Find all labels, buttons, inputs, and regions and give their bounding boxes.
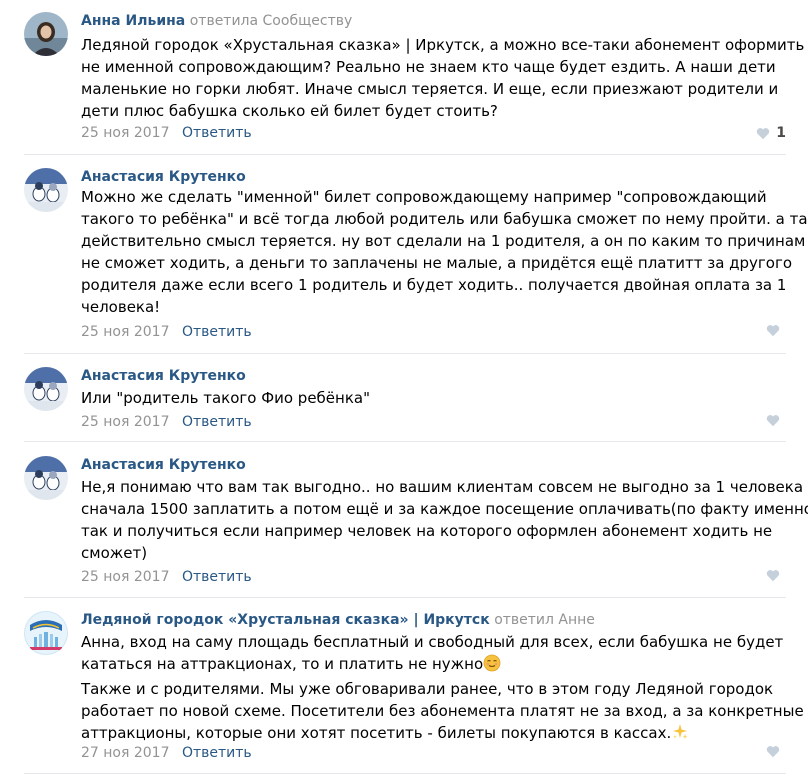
comment-text-line-with-emoji: кататься на аттракционах, то и платить н… [81,653,804,678]
comment-meta: 25 ноя 2017 Ответить [81,568,252,586]
author-name[interactable]: Анастасия Крутенко [81,169,246,185]
comment-text-line: работает по новой схеме. Посетители без … [81,702,804,720]
reply-button[interactable]: Ответить [182,569,252,585]
divider [24,441,786,442]
author-name[interactable]: Анастасия Крутенко [81,368,246,384]
avatar[interactable] [24,168,68,212]
heart-icon [757,127,770,139]
comment-text: Можно же сделать "именной" билет сопрово… [81,186,808,318]
comment-header: Анна Ильина ответила Сообществу [81,12,352,30]
author-name[interactable]: Анна Ильина [81,13,185,29]
comment-meta: 25 ноя 2017 Ответить [81,323,252,341]
comment-item: Анна Ильина ответила Сообществу Ледяной … [24,12,804,144]
comment-text-line: Можно же сделать "именной" билет сопрово… [81,188,767,206]
comment-text-line: Ледяной городок «Хрустальная сказка» | И… [81,36,805,54]
author-name[interactable]: Анастасия Крутенко [81,457,246,473]
comment-text-line: Или "родитель такого Фио ребёнка" [81,389,370,407]
community-logo-icon [24,611,68,655]
reply-button[interactable]: Ответить [182,414,252,430]
avatar[interactable] [24,12,68,56]
comment-text-line: Не,я понимаю что вам так выгодно.. но ва… [81,478,804,496]
comment-text-line: не именной сопровождающим? Реально не зн… [81,58,776,76]
comment-text-line: действительно смысл теряется. ну вот сде… [81,232,806,250]
like-button[interactable] [766,745,786,758]
comment-text-line: маленькие но горки любят. Иначе смысл те… [81,80,779,98]
comment-item: Анастасия Крутенко Можно же сделать "име… [24,168,808,346]
like-button[interactable] [766,324,786,337]
comment-item: Ледяной городок «Хрустальная сказка» | И… [24,611,804,763]
comments-feed: Анна Ильина ответила Сообществу Ледяной … [0,0,808,776]
user-photo-icon [24,367,68,411]
comment-date[interactable]: 25 ноя 2017 [81,324,169,340]
like-button[interactable] [766,414,786,427]
comment-date[interactable]: 25 ноя 2017 [81,569,169,585]
divider [24,773,786,774]
comment-text: Ледяной городок «Хрустальная сказка» | И… [81,34,804,122]
comment-text-line: Анна, вход на саму площадь бесплатный и … [81,633,784,651]
comment-date[interactable]: 25 ноя 2017 [81,125,169,141]
avatar[interactable] [24,456,68,500]
heart-icon [766,570,780,582]
comment-header: Анастасия Крутенко [81,168,246,186]
comment-meta: 27 ноя 2017 Ответить [81,744,252,762]
comment-text: Или "родитель такого Фио ребёнка" [81,387,370,409]
comment-text-line: так и получиться если например человек н… [81,522,773,540]
heart-icon [766,325,780,337]
avatar[interactable] [24,611,68,655]
comment-text-line: сможет) [81,544,148,562]
comment-header: Анастасия Крутенко [81,367,246,385]
user-photo-icon [24,12,68,56]
comment-item: Анастасия Крутенко Не,я понимаю что вам … [24,456,808,588]
comment-text-line: сначала 1500 заплатить а потом ещё и за … [81,500,808,518]
like-button[interactable] [766,569,786,582]
reply-button[interactable]: Ответить [182,745,252,761]
reply-button[interactable]: Ответить [182,324,252,340]
comment-text-segment: аттракционы, которые они хотят посетить … [81,724,672,742]
comment-header: Анастасия Крутенко [81,456,246,474]
comment-text-line: дети плюс бабушка сколько ей билет будет… [81,102,498,120]
avatar[interactable] [24,367,68,411]
user-photo-icon [24,168,68,212]
like-button[interactable]: 1 [756,124,786,142]
comment-date[interactable]: 27 ноя 2017 [81,745,169,761]
comment-text-line: такого то ребёнка" и всё тогда любой род… [81,210,808,228]
comment-text-segment: кататься на аттракционах, то и платить н… [81,655,484,673]
comment-text-line: Также и с родителями. Мы уже обговаривал… [81,680,774,698]
like-count: 1 [776,125,786,141]
comment-item: Анастасия Крутенко Или "родитель такого … [24,367,786,433]
comment-text: Не,я понимаю что вам так выгодно.. но ва… [81,476,808,564]
user-photo-icon [24,456,68,500]
heart-icon [766,746,780,758]
reply-button[interactable]: Ответить [182,125,252,141]
sparkles-emoji-icon [671,723,689,747]
comment-header: Ледяной городок «Хрустальная сказка» | И… [81,611,595,629]
comment-date[interactable]: 25 ноя 2017 [81,414,169,430]
relieved-face-emoji-icon [483,654,501,678]
comment-text-line: человека! [81,298,161,316]
comment-text: Анна, вход на саму площадь бесплатный и … [81,631,804,747]
heart-icon [766,415,780,427]
comment-text-line: не сможет ходить, а деньги то заплачены … [81,254,793,272]
reply-to-label: ответил Анне [494,612,595,628]
divider [24,353,786,354]
reply-to-label: ответила Сообществу [189,13,353,29]
divider [24,154,786,155]
comment-meta: 25 ноя 2017 Ответить [81,413,252,431]
divider [24,597,786,598]
comment-meta: 25 ноя 2017 Ответить [81,124,252,142]
author-name[interactable]: Ледяной городок «Хрустальная сказка» | И… [81,612,490,628]
comment-text-line: родителя даже если всего 1 родитель и бу… [81,276,787,294]
